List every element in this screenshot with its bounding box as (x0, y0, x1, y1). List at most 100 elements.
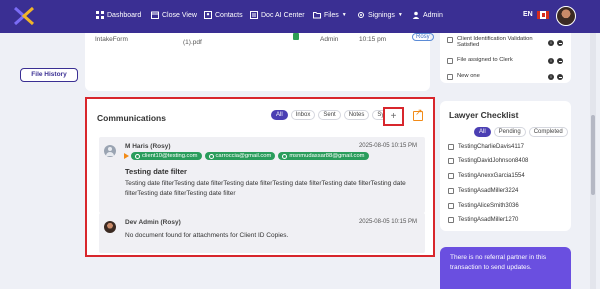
tab-all[interactable]: All (474, 127, 491, 137)
signings-icon (358, 12, 364, 18)
recipient-chip: msnmudassar88@gmail.com (278, 152, 369, 160)
message-sender: Dev Admin (Rosy) (125, 219, 181, 226)
tab-pending[interactable]: Pending (493, 127, 526, 137)
admin-icon (412, 11, 420, 19)
lawyer-checklist-item[interactable]: TestingDavidJohnson8408 (448, 157, 528, 164)
tab-notes[interactable]: Notes (343, 110, 370, 120)
checkbox[interactable] (447, 74, 453, 80)
info-icon[interactable]: i (548, 58, 554, 64)
tab-sent[interactable]: Sent (318, 110, 341, 120)
checklist-item[interactable]: File assigned to Clerk i (447, 57, 565, 64)
app-logo-icon[interactable] (13, 6, 35, 26)
doc-ai-icon (250, 11, 258, 19)
nav-label: Doc AI Center (261, 11, 305, 19)
message-time: 2025-08-05 10:15 PM (358, 143, 417, 149)
info-icon[interactable]: i (548, 40, 554, 46)
lawyer-checklist-item[interactable]: TestingAsadMiller1270 (448, 216, 518, 223)
tab-inbox[interactable]: Inbox (290, 110, 316, 120)
checkbox[interactable] (448, 144, 454, 150)
message-subject: Testing date filter (125, 167, 187, 176)
nav-doc-ai-center[interactable]: Doc AI Center (250, 11, 305, 19)
check-circle-icon (282, 153, 288, 159)
task-checklist-card: Client Identification Validation Satisfi… (440, 33, 571, 83)
checkbox[interactable] (448, 173, 454, 179)
nav-label: Dashboard (107, 11, 142, 19)
recipient-email: client10@testing.com (142, 153, 198, 159)
user-avatar[interactable] (556, 6, 576, 26)
canada-flag-icon[interactable] (537, 11, 549, 19)
scrollbar-thumb[interactable] (591, 115, 595, 195)
message-body: No document found for attachments for Cl… (125, 232, 289, 239)
tab-all[interactable]: All (271, 110, 288, 120)
lawyer-checklist-card: Lawyer Checklist All Pending Completed T… (440, 101, 571, 231)
checkbox[interactable] (448, 158, 454, 164)
communications-panel: Communications All Inbox Sent Notes Syst… (85, 97, 435, 257)
open-external-icon[interactable] (413, 107, 423, 121)
recipient-chip: carroccia@gmail.com (204, 152, 276, 160)
nav-label: Admin (423, 11, 443, 19)
lawyer-checklist-label: TestingAnexxGarcia1554 (458, 172, 525, 179)
checkbox[interactable] (447, 37, 453, 43)
check-circle-icon (135, 153, 140, 159)
lawyer-checklist-label: TestingDavidJohnson8408 (458, 157, 529, 164)
top-nav: Dashboard Close View Contacts Doc AI Cen… (0, 0, 600, 33)
documents-card: IntakeForm (1).pdf Admin 10:15 pm Rosy (85, 33, 434, 91)
nav-admin[interactable]: Admin (412, 11, 443, 19)
checkbox[interactable] (448, 188, 454, 194)
lawyer-checklist-item[interactable]: TestingCharlieDavis4117 (448, 143, 524, 150)
checkbox[interactable] (448, 203, 454, 209)
dashboard-icon (96, 11, 104, 19)
nav-close-view[interactable]: Close View (151, 11, 197, 19)
lawyer-checklist-title: Lawyer Checklist (449, 110, 519, 120)
add-communication-button[interactable]: + (383, 107, 404, 126)
checkbox[interactable] (447, 58, 453, 64)
calendar-icon (151, 11, 159, 19)
document-row[interactable]: IntakeForm (1).pdf Admin 10:15 pm Rosy (95, 33, 434, 47)
message-time: 2025-08-05 10:15 PM (358, 219, 417, 225)
checklist-item-label: Client Identification Validation Satisfi… (457, 36, 533, 48)
lawyer-checklist-label: TestingCharlieDavis4117 (458, 143, 524, 150)
tab-completed[interactable]: Completed (528, 127, 568, 137)
contacts-icon (204, 11, 212, 19)
lawyer-checklist-label: TestingAsadMiller1270 (458, 216, 519, 223)
remove-icon[interactable] (557, 58, 563, 64)
message-item[interactable]: M Haris (Rosy) 2025-08-05 10:15 PM clien… (99, 137, 425, 213)
recipient-email: carroccia@gmail.com (215, 153, 272, 159)
nav-dashboard[interactable]: Dashboard (96, 11, 141, 19)
message-sender: M Haris (Rosy) (125, 143, 171, 150)
info-icon[interactable]: i (548, 74, 554, 80)
referral-notice: There is no referral partner in this tra… (440, 247, 571, 289)
message-item[interactable]: Dev Admin (Rosy) 2025-08-05 10:15 PM No … (99, 213, 425, 253)
language-selector[interactable]: EN (523, 11, 533, 18)
lawyer-checklist-tabs: All Pending Completed (474, 127, 568, 137)
chevron-down-icon: ▼ (341, 12, 347, 18)
file-history-button[interactable]: File History (20, 68, 78, 82)
nav-label: Signings (368, 11, 395, 19)
recipient-email: msnmudassar88@gmail.com (289, 153, 365, 159)
nav-label: Files (324, 11, 339, 19)
nav-label: Contacts (215, 11, 243, 19)
lawyer-checklist-item[interactable]: TestingAsadMiller3224 (448, 187, 518, 194)
checklist-item[interactable]: New one i (447, 73, 565, 80)
nav-contacts[interactable]: Contacts (204, 11, 243, 19)
lawyer-checklist-item[interactable]: TestingAnexxGarcia1554 (448, 172, 525, 179)
nav-files[interactable]: Files ▼ (313, 11, 347, 19)
checklist-item[interactable]: Client Identification Validation Satisfi… (447, 36, 565, 48)
left-panel: File History (0, 33, 85, 289)
files-icon (313, 12, 321, 19)
doc-file[interactable]: (1).pdf (183, 39, 202, 46)
sender-avatar (104, 221, 116, 233)
assignee-badge: Rosy (412, 33, 434, 41)
recipient-chip: client10@testing.com (131, 152, 202, 160)
lawyer-checklist-item[interactable]: TestingAliceSmith3036 (448, 202, 519, 209)
nav-label: Close View (162, 11, 197, 19)
checklist-item-label: New one (457, 73, 480, 79)
message-body: Testing date filterTesting date filterTe… (125, 180, 406, 197)
nav-signings[interactable]: Signings ▼ (357, 11, 403, 19)
doc-name: IntakeForm (95, 36, 128, 43)
checklist-item-label: File assigned to Clerk (457, 57, 513, 63)
checkbox[interactable] (448, 217, 454, 223)
remove-icon[interactable] (557, 74, 563, 80)
excel-file-icon (293, 33, 299, 40)
remove-icon[interactable] (557, 40, 563, 46)
